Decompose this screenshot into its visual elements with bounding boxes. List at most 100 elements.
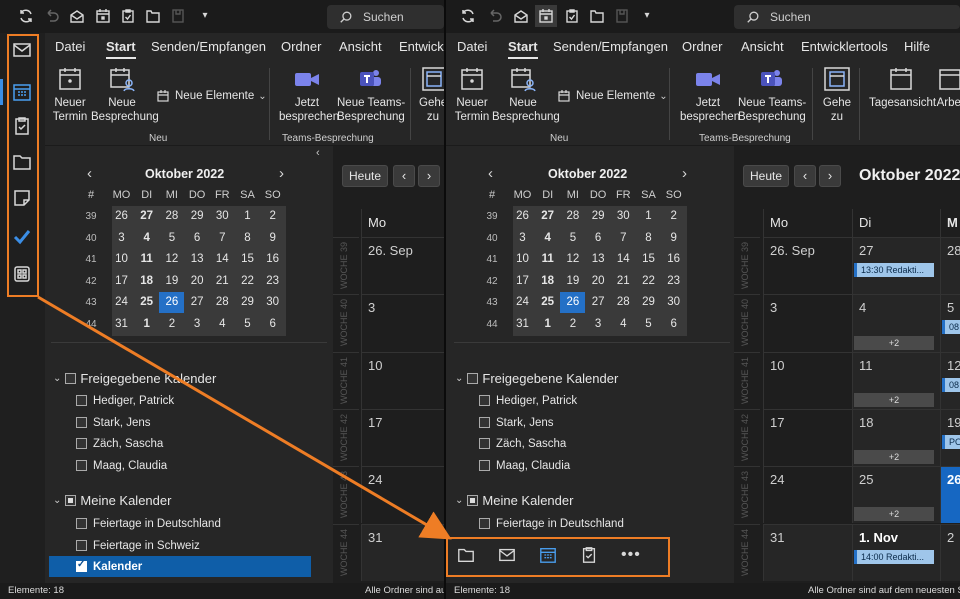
group-checkbox[interactable]	[65, 373, 77, 384]
mini-calendar-day[interactable]: 6	[586, 228, 611, 249]
mini-calendar-day[interactable]: 28	[159, 206, 184, 227]
work-week-button[interactable]: Arbei	[936, 66, 960, 110]
week-number[interactable]: 39	[81, 206, 101, 227]
mini-calendar-day[interactable]: 16	[260, 249, 285, 270]
mini-calendar-day[interactable]: 3	[510, 228, 535, 249]
calendar-item[interactable]: Zäch, Sascha	[479, 433, 566, 454]
calendar-item[interactable]: Stark, Jens	[479, 412, 554, 433]
mini-calendar-day[interactable]: 14	[611, 249, 636, 270]
my-calendars-group[interactable]: ⌄ Meine Kalender	[455, 493, 573, 508]
mini-calendar-day[interactable]: 8	[636, 228, 661, 249]
calendar-checkbox[interactable]	[479, 417, 490, 428]
today-button[interactable]: Heute	[743, 165, 789, 187]
calendar-checkbox[interactable]	[479, 438, 490, 449]
mini-calendar-day[interactable]: 13	[586, 249, 611, 270]
mini-calendar-day[interactable]: 23	[260, 271, 285, 292]
meet-now-button[interactable]: Jetzt besprechen	[680, 66, 740, 124]
mini-calendar-day[interactable]: 4	[611, 314, 636, 335]
day-cell[interactable]: 12 08	[940, 351, 960, 409]
mini-calendar-day[interactable]: 3	[109, 228, 134, 249]
open-envelope-icon[interactable]	[513, 8, 529, 24]
day-cell[interactable]: 5 08	[940, 294, 960, 352]
calendar-event[interactable]: 08	[942, 320, 960, 335]
save-icon[interactable]	[170, 8, 186, 24]
day-cell[interactable]: 10	[361, 351, 444, 409]
mini-calendar-day[interactable]: 1	[535, 314, 560, 335]
mini-calendar-day[interactable]: 9	[661, 228, 686, 249]
day-cell[interactable]: 31	[361, 523, 444, 581]
calendar-item[interactable]: Maag, Claudia	[479, 455, 570, 476]
mini-calendar-day[interactable]: 1	[134, 314, 159, 335]
today-button[interactable]: Heute	[342, 165, 388, 187]
mini-calendar-day[interactable]: 29	[185, 206, 210, 227]
mini-calendar-day[interactable]: 20	[185, 271, 210, 292]
menu-datei[interactable]: Datei	[55, 39, 85, 54]
calendar-item[interactable]: Feiertage in Schweiz	[76, 535, 200, 556]
new-appointment-button[interactable]: Neuer Termin	[453, 66, 491, 124]
calendar-item[interactable]: Feiertage in Deutschland	[76, 513, 221, 534]
day-cell[interactable]: 3	[763, 294, 852, 352]
prev-period-button[interactable]: ‹	[794, 165, 816, 187]
calendar-item[interactable]: Stark, Jens	[76, 412, 151, 433]
task-icon[interactable]	[120, 8, 136, 24]
mini-calendar-day[interactable]: 2	[159, 314, 184, 335]
next-period-button[interactable]: ›	[418, 165, 440, 187]
prev-period-button[interactable]: ‹	[393, 165, 415, 187]
mini-calendar-day[interactable]: 9	[260, 228, 285, 249]
task-icon[interactable]	[564, 8, 580, 24]
mini-calendar-day[interactable]: 7	[611, 228, 636, 249]
undo-icon[interactable]	[487, 8, 503, 24]
day-cell[interactable]: 25 +2	[852, 466, 940, 524]
new-teams-meeting-button[interactable]: Neue Teams- Besprechung	[738, 66, 806, 124]
week-number[interactable]: 44	[81, 314, 101, 335]
calendar-checkbox[interactable]	[76, 540, 87, 551]
mini-calendar-day[interactable]: 2	[260, 206, 285, 227]
new-appointment-button[interactable]: Neuer Termin	[51, 66, 89, 124]
mini-calendar-day[interactable]: 22	[636, 271, 661, 292]
mini-calendar-day[interactable]: 5	[636, 314, 661, 335]
new-meeting-button[interactable]: Neue Besprechung	[492, 66, 560, 124]
menu-ansicht[interactable]: Ansicht	[741, 39, 784, 54]
mini-calendar-day[interactable]: 22	[235, 271, 260, 292]
goto-button[interactable]: Gehe zu	[821, 66, 853, 124]
day-cell[interactable]: 18 +2	[852, 408, 940, 467]
mini-calendar-day[interactable]: 30	[260, 292, 285, 313]
calendar-checkbox[interactable]	[76, 559, 87, 572]
calendar-item-selected[interactable]: Kalender	[49, 556, 311, 577]
mini-calendar-day[interactable]: 11	[134, 249, 159, 270]
menu-senden-empfangen[interactable]: Senden/Empfangen	[151, 39, 266, 54]
menu-start[interactable]: Start	[508, 39, 538, 59]
mini-calendar-day[interactable]: 26	[560, 292, 586, 314]
day-cell[interactable]: 17	[361, 408, 444, 467]
meet-now-button[interactable]: Jetzt besprechen	[279, 66, 339, 124]
mini-calendar-day[interactable]: 1	[636, 206, 661, 227]
mini-calendar-day[interactable]: 31	[109, 314, 134, 335]
week-number[interactable]: 43	[81, 292, 101, 313]
mini-calendar-day[interactable]: 11	[535, 249, 560, 270]
mini-calendar-day[interactable]: 26	[510, 206, 535, 227]
mini-calendar-day[interactable]: 19	[560, 271, 585, 292]
mini-calendar-day[interactable]: 28	[560, 206, 585, 227]
mini-calendar-day[interactable]: 30	[611, 206, 636, 227]
mini-calendar-day[interactable]: 1	[235, 206, 260, 227]
day-cell[interactable]: 19 PO	[940, 408, 960, 467]
mini-calendar-day[interactable]: 30	[661, 292, 686, 313]
day-cell[interactable]: 24	[361, 466, 444, 524]
next-period-button[interactable]: ›	[819, 165, 841, 187]
new-meeting-button[interactable]: Neue Besprechung	[91, 66, 159, 124]
calendar-checkbox[interactable]	[76, 460, 87, 471]
mini-calendar-day[interactable]: 2	[661, 206, 686, 227]
week-number[interactable]: 41	[81, 249, 101, 270]
menu-entwicklertools[interactable]: Entwickl	[399, 39, 444, 54]
customize-dropdown-icon[interactable]: ▾	[639, 8, 655, 24]
calendar-item[interactable]: Feiertage in Deutschland	[479, 513, 624, 534]
mini-calendar-day[interactable]: 29	[235, 292, 260, 313]
week-number[interactable]: 39	[482, 206, 502, 227]
mini-calendar-day[interactable]: 4	[535, 228, 560, 249]
my-calendars-group[interactable]: ⌄ Meine Kalender	[53, 493, 171, 508]
more-events-indicator[interactable]: +2	[854, 507, 934, 522]
calendar-checkbox[interactable]	[76, 417, 87, 428]
mini-calendar-day[interactable]: 23	[661, 271, 686, 292]
folder-icon[interactable]	[589, 8, 605, 24]
shared-calendars-group[interactable]: ⌄ Freigegebene Kalender	[455, 371, 618, 386]
